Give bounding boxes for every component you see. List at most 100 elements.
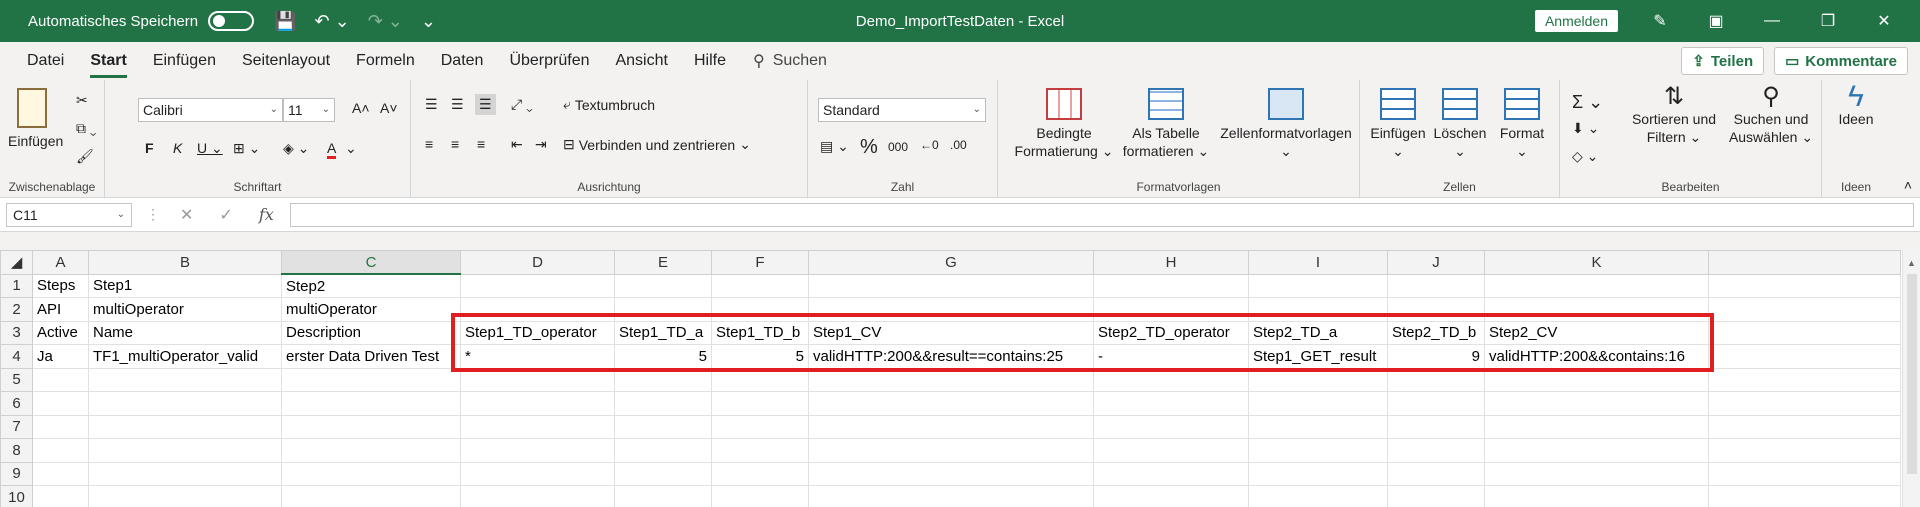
- cell-k1[interactable]: [1484, 273, 1709, 298]
- undo-icon[interactable]: ↶ ⌄: [315, 11, 350, 32]
- cell-h6[interactable]: [1093, 391, 1249, 416]
- cell-a6[interactable]: [32, 391, 89, 416]
- copy-icon[interactable]: ⧉ ⌄: [76, 120, 97, 137]
- row-header[interactable]: 8: [0, 438, 33, 463]
- cancel-icon[interactable]: ✕: [180, 205, 193, 225]
- cell-i3[interactable]: Step2_TD_a: [1248, 320, 1388, 345]
- cell-j6[interactable]: [1387, 391, 1485, 416]
- row-header[interactable]: 10: [0, 485, 33, 507]
- select-all-corner[interactable]: ◢: [0, 250, 33, 275]
- tab-hilfe[interactable]: Hilfe: [681, 42, 739, 80]
- conditional-formatting-button[interactable]: Bedingte Formatierung ⌄: [1012, 88, 1116, 160]
- column-header[interactable]: G: [808, 250, 1094, 275]
- cell-a10[interactable]: [32, 485, 89, 507]
- cell-f2[interactable]: [711, 297, 809, 322]
- cell-d7[interactable]: [460, 414, 615, 439]
- cell-empty[interactable]: [1708, 438, 1901, 463]
- cell-b5[interactable]: [88, 367, 282, 392]
- font-color-dropdown-icon[interactable]: ⌄: [345, 140, 357, 157]
- cell-g10[interactable]: [808, 485, 1094, 507]
- cell-i6[interactable]: [1248, 391, 1388, 416]
- cell-e8[interactable]: [614, 438, 712, 463]
- cell-d6[interactable]: [460, 391, 615, 416]
- percent-button[interactable]: %: [860, 136, 878, 159]
- cell-d5[interactable]: [460, 367, 615, 392]
- paste-button[interactable]: Einfügen: [8, 88, 63, 150]
- customize-qat-icon[interactable]: ⌄: [421, 11, 436, 32]
- cell-a5[interactable]: [32, 367, 89, 392]
- save-icon[interactable]: 💾: [274, 11, 296, 32]
- autosum-icon[interactable]: Σ ⌄: [1572, 92, 1603, 113]
- cell-k5[interactable]: [1484, 367, 1709, 392]
- row-header[interactable]: 1: [0, 273, 33, 298]
- tab-formeln[interactable]: Formeln: [343, 42, 428, 80]
- cell-b9[interactable]: [88, 461, 282, 486]
- format-cells-button[interactable]: Format ⌄: [1492, 88, 1552, 160]
- cell-d9[interactable]: [460, 461, 615, 486]
- cell-h1[interactable]: [1093, 273, 1249, 298]
- decrease-decimal-icon[interactable]: .00: [950, 138, 967, 152]
- merge-center-button[interactable]: ⊟ Verbinden und zentrieren ⌄: [563, 136, 751, 153]
- cell-c7[interactable]: [281, 414, 461, 439]
- cell-e1[interactable]: [614, 273, 712, 298]
- align-right-icon[interactable]: ≡: [477, 136, 485, 152]
- row-header[interactable]: 9: [0, 461, 33, 486]
- increase-indent-icon[interactable]: ⇥: [535, 136, 547, 153]
- cell-g7[interactable]: [808, 414, 1094, 439]
- cell-e2[interactable]: [614, 297, 712, 322]
- cell-j4[interactable]: 9: [1387, 344, 1485, 369]
- cell-k9[interactable]: [1484, 461, 1709, 486]
- ribbon-display-icon[interactable]: ▣: [1702, 11, 1730, 31]
- cell-j1[interactable]: [1387, 273, 1485, 298]
- cell-f7[interactable]: [711, 414, 809, 439]
- sign-in-button[interactable]: Anmelden: [1534, 10, 1618, 32]
- cell-f5[interactable]: [711, 367, 809, 392]
- cell-i8[interactable]: [1248, 438, 1388, 463]
- redo-icon[interactable]: ↷ ⌄: [368, 11, 403, 32]
- font-color-icon[interactable]: A: [327, 140, 337, 159]
- number-format-select[interactable]: Standard ⌄: [818, 98, 986, 122]
- cell-i10[interactable]: [1248, 485, 1388, 507]
- autosave-toggle-area[interactable]: Automatisches Speichern: [0, 11, 255, 31]
- cell-k2[interactable]: [1484, 297, 1709, 322]
- find-select-button[interactable]: ⚲ Suchen und Auswählen ⌄: [1726, 85, 1816, 146]
- comments-button[interactable]: ▭ Kommentare: [1774, 47, 1908, 75]
- row-header[interactable]: 7: [0, 414, 33, 439]
- cell-k7[interactable]: [1484, 414, 1709, 439]
- align-bottom-icon[interactable]: ☰: [475, 94, 496, 115]
- cell-d2[interactable]: [460, 297, 615, 322]
- cell-e5[interactable]: [614, 367, 712, 392]
- cell-i9[interactable]: [1248, 461, 1388, 486]
- sort-filter-button[interactable]: ⇅ Sortieren und Filtern ⌄: [1626, 85, 1722, 146]
- cell-h2[interactable]: [1093, 297, 1249, 322]
- currency-icon[interactable]: ▤ ⌄: [820, 138, 849, 155]
- cell-g5[interactable]: [808, 367, 1094, 392]
- insert-cells-button[interactable]: Einfügen ⌄: [1368, 88, 1428, 160]
- format-painter-icon[interactable]: 🖌: [76, 148, 94, 165]
- format-as-table-button[interactable]: Als Tabelle formatieren ⌄: [1118, 88, 1214, 160]
- cell-f1[interactable]: [711, 273, 809, 298]
- cell-empty[interactable]: [1708, 273, 1901, 298]
- cell-j8[interactable]: [1387, 438, 1485, 463]
- cell-c2[interactable]: multiOperator: [281, 297, 461, 322]
- minimize-icon[interactable]: —: [1758, 12, 1786, 30]
- cell-g4[interactable]: validHTTP:200&&result==contains:25: [808, 344, 1094, 369]
- vertical-scrollbar[interactable]: ▲: [1902, 250, 1920, 507]
- decrease-font-icon[interactable]: A˅: [380, 100, 398, 116]
- cell-e9[interactable]: [614, 461, 712, 486]
- column-header[interactable]: H: [1093, 250, 1249, 275]
- italic-icon[interactable]: K: [173, 140, 182, 156]
- row-header[interactable]: 5: [0, 367, 33, 392]
- cell-f6[interactable]: [711, 391, 809, 416]
- cell-b3[interactable]: Name: [88, 320, 282, 345]
- cell-i1[interactable]: [1248, 273, 1388, 298]
- cell-h8[interactable]: [1093, 438, 1249, 463]
- cell-b2[interactable]: multiOperator: [88, 297, 282, 322]
- cell-empty[interactable]: [1708, 344, 1901, 369]
- insert-function-icon[interactable]: fx: [259, 205, 274, 225]
- cell-k3[interactable]: Step2_CV: [1484, 320, 1709, 345]
- cell-k4[interactable]: validHTTP:200&&contains:16: [1484, 344, 1709, 369]
- collapse-ribbon-icon[interactable]: ˄: [1904, 177, 1912, 193]
- underline-icon[interactable]: U ⌄: [197, 140, 223, 157]
- cell-k10[interactable]: [1484, 485, 1709, 507]
